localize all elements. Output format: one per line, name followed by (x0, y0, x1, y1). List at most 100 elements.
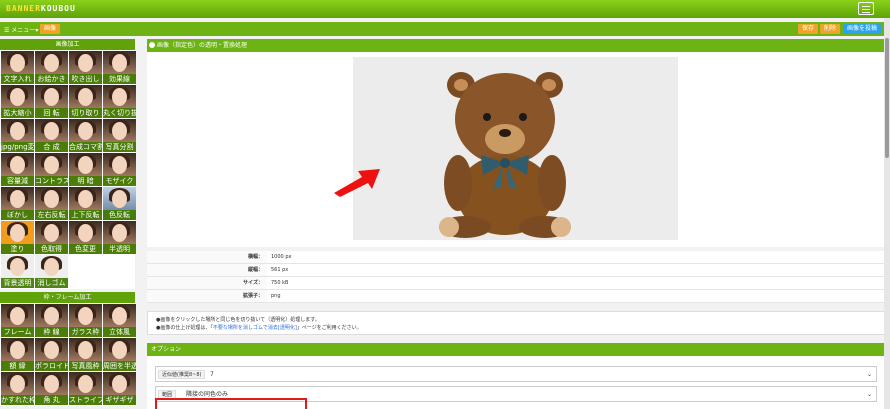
post-image-button[interactable]: 画像を投稿 (843, 24, 882, 34)
tool-tile[interactable]: フレーム (1, 304, 34, 337)
image-info-table: 横幅： 1000 px 縦幅： 561 px サイズ： 750 kB 拡張子： png (147, 251, 885, 303)
tool-tile[interactable]: ポラロイド (35, 338, 68, 371)
portrait-face (112, 54, 127, 72)
tool-tile[interactable]: お絵かき (35, 51, 68, 84)
tool-tile-label: 丸く切り抜き (103, 108, 136, 118)
portrait-face (112, 156, 127, 174)
tool-tile[interactable]: 消しゴム (35, 255, 68, 288)
tool-tile[interactable]: 合 成 (35, 119, 68, 152)
tool-tile[interactable]: jpg/png変換 (1, 119, 34, 152)
tool-tile[interactable]: 吹き出し (69, 51, 102, 84)
delete-button[interactable]: 削除 (820, 24, 841, 34)
options-panel: オプション 近似値(推奨8~8) 7 ⌄ 範囲 隣接の同色のみ ⌄ (147, 343, 885, 409)
tool-tile[interactable]: 効果線 (103, 51, 136, 84)
tool-tile-label: モザイク (103, 176, 136, 186)
scrollbar-thumb[interactable] (885, 38, 889, 158)
tool-tile[interactable]: 拡大縮小 (1, 85, 34, 118)
tool-tile-label: 左右反転 (35, 210, 68, 220)
portrait-face (78, 375, 93, 393)
tool-tile[interactable]: 合成コマ割 (69, 119, 102, 152)
info-value: 561 px (271, 267, 289, 273)
portrait-face (112, 375, 127, 393)
portrait-face (44, 88, 59, 106)
tool-tile[interactable]: 切り取り (69, 85, 102, 118)
tool-tile[interactable]: 上下反転 (69, 187, 102, 220)
frame-edit-tools: フレーム枠 線ガラス枠立体風額 縁ポラロイド写真風枠周囲を半透明かすれた枠角 丸… (0, 303, 136, 406)
tolerance-select[interactable]: 近似値(推奨8~8) 7 ⌄ (155, 366, 877, 382)
portrait-face (44, 54, 59, 72)
portrait-face (112, 224, 127, 242)
tool-tile[interactable]: 色変更 (69, 221, 102, 254)
tool-tile[interactable]: かすれた枠 (1, 372, 34, 405)
tool-tile[interactable]: ストライプ枠 (69, 372, 102, 405)
portrait-face (44, 375, 59, 393)
info-key: 縦幅： (147, 264, 267, 276)
tool-tile-label: 文字入れ (1, 74, 34, 84)
tool-tile[interactable]: 回 転 (35, 85, 68, 118)
portrait-face (78, 190, 93, 208)
tool-tile-label: ストライプ枠 (69, 395, 102, 405)
page-scrollbar[interactable] (884, 18, 890, 409)
eraser-page-link[interactable]: 不要な場所を消しゴムで消去[透明化] (213, 325, 297, 331)
portrait-face (10, 190, 25, 208)
tool-tile-label: ぼかし (1, 210, 34, 220)
portrait-face (44, 307, 59, 325)
tool-tile-label: 半透明 (103, 244, 136, 254)
tool-tile-label: 立体風 (103, 327, 136, 337)
tool-tile[interactable]: 写真風枠 (69, 338, 102, 371)
tool-tile[interactable]: コントラスト (35, 153, 68, 186)
tool-tile[interactable]: 写真分割 (103, 119, 136, 152)
tool-tile[interactable]: 枠 線 (35, 304, 68, 337)
portrait-face (78, 88, 93, 106)
tool-tile[interactable]: 文字入れ (1, 51, 34, 84)
tool-tile[interactable]: 額 縁 (1, 338, 34, 371)
tool-tile-label: jpg/png変換 (1, 142, 34, 152)
tool-tile[interactable]: 色反転 (103, 187, 136, 220)
info-key: サイズ： (147, 277, 267, 289)
tool-tile[interactable]: 左右反転 (35, 187, 68, 220)
tool-tile[interactable]: 明 暗 (69, 153, 102, 186)
tool-tile[interactable]: 丸く切り抜き (103, 85, 136, 118)
hamburger-menu-icon[interactable] (858, 2, 874, 15)
portrait-face (10, 88, 25, 106)
portrait-face (44, 190, 59, 208)
tool-tile[interactable]: 周囲を半透明 (103, 338, 136, 371)
portrait-face (78, 224, 93, 242)
tool-tile[interactable]: 容量減 (1, 153, 34, 186)
portrait-face (78, 122, 93, 140)
tool-tile[interactable]: 塗り (1, 221, 34, 254)
image-tag-button[interactable]: 画像 (40, 24, 61, 34)
panel-header: 画像（指定色）の透明・置換処理 (147, 39, 885, 52)
image-canvas[interactable] (353, 57, 678, 240)
tool-tile[interactable]: 色取得 (35, 221, 68, 254)
tool-tile[interactable]: 立体風 (103, 304, 136, 337)
menu-button[interactable]: ☰ メニュー▾ (4, 25, 38, 34)
section-title-image-edit: 画像加工 (0, 39, 135, 50)
tool-tile-label: 角 丸 (35, 395, 68, 405)
save-button[interactable]: 保存 (798, 24, 819, 34)
portrait-face (44, 258, 59, 276)
tool-tile[interactable]: ガラス枠 (69, 304, 102, 337)
tool-tile-label: 消しゴム (35, 278, 68, 288)
tool-tile[interactable]: ぼかし (1, 187, 34, 220)
teddy-bear-image (439, 72, 571, 238)
tool-tile[interactable]: 背景透明 (1, 255, 34, 288)
portrait-face (10, 307, 25, 325)
app-logo[interactable]: BANNERKOUBOU (6, 4, 76, 13)
portrait-face (112, 307, 127, 325)
tool-tile[interactable]: 半透明 (103, 221, 136, 254)
portrait-face (44, 156, 59, 174)
chevron-down-icon: ⌄ (866, 371, 872, 378)
panel-icon (149, 42, 155, 48)
tool-tile-label: 塗り (1, 244, 34, 254)
tool-tile[interactable]: 角 丸 (35, 372, 68, 405)
tool-tile-label: 色変更 (69, 244, 102, 254)
portrait-face (78, 341, 93, 359)
tool-tile[interactable]: モザイク (103, 153, 136, 186)
tool-tile[interactable]: ギザギザ (103, 372, 136, 405)
portrait-face (44, 122, 59, 140)
portrait-face (78, 54, 93, 72)
portrait-face (10, 341, 25, 359)
tool-tile-label: 枠 線 (35, 327, 68, 337)
portrait-face (112, 190, 127, 208)
